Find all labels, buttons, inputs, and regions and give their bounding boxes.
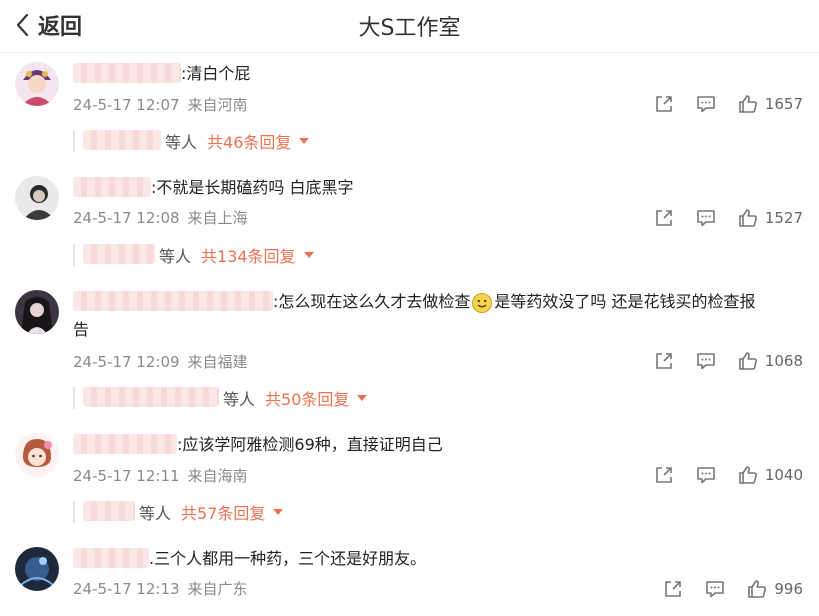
comment-text: :应该学阿雅检测69种，直接证明自己 bbox=[73, 431, 803, 459]
back-label: 返回 bbox=[38, 15, 83, 40]
page-title: 大S工作室 bbox=[358, 16, 461, 41]
top-nav-bar: 返回 大S工作室 bbox=[0, 0, 819, 53]
reply-users-suffix: 等人 bbox=[159, 247, 192, 266]
caret-down-icon bbox=[299, 137, 309, 145]
comment-time: 24-5-17 12:07 bbox=[73, 96, 180, 114]
avatar[interactable] bbox=[15, 433, 59, 477]
comment-location: 来自广东 bbox=[187, 580, 248, 598]
caret-down-icon bbox=[304, 251, 314, 259]
caret-down-icon bbox=[357, 394, 367, 402]
comment-location: 来自海南 bbox=[187, 467, 248, 485]
reply-users-suffix: 等人 bbox=[139, 504, 172, 523]
comment-text: :清白个屁 bbox=[73, 60, 803, 88]
comment-time: 24-5-17 12:13 bbox=[73, 580, 180, 598]
share-icon[interactable] bbox=[653, 207, 675, 229]
reply-summary: 等人 共50条回复 bbox=[73, 386, 367, 410]
view-replies-link[interactable]: 共57条回复 bbox=[181, 500, 283, 524]
comment-meta: 24-5-17 12:09 来自福建 bbox=[73, 351, 248, 372]
comment-location: 来自上海 bbox=[187, 209, 248, 227]
like-icon[interactable] bbox=[737, 350, 759, 372]
comment-icon[interactable] bbox=[695, 93, 717, 115]
comment-icon[interactable] bbox=[695, 350, 717, 372]
like-count: 1040 bbox=[764, 466, 803, 484]
like-icon[interactable] bbox=[737, 464, 759, 486]
comment-location: 来自河南 bbox=[187, 96, 248, 114]
share-icon[interactable] bbox=[653, 350, 675, 372]
reply-summary: 等人 共57条回复 bbox=[73, 500, 283, 524]
view-replies-link[interactable]: 共134条回复 bbox=[201, 243, 314, 267]
smiley-emoji-icon bbox=[472, 292, 493, 313]
redacted-username[interactable] bbox=[73, 548, 149, 568]
like-count: 1527 bbox=[764, 209, 803, 227]
caret-down-icon bbox=[273, 508, 283, 516]
redacted-username[interactable] bbox=[73, 63, 181, 83]
comment-time: 24-5-17 12:11 bbox=[73, 467, 180, 485]
comment-icon[interactable] bbox=[695, 464, 717, 486]
comment-text: .三个人都用一种药，三个还是好朋友。 bbox=[73, 545, 803, 573]
back-button[interactable]: 返回 bbox=[10, 8, 82, 42]
redacted-reply-users bbox=[83, 243, 155, 264]
view-replies-link[interactable]: 共50条回复 bbox=[265, 386, 367, 410]
redacted-reply-users bbox=[83, 129, 161, 150]
comment-actions: 1657 bbox=[653, 93, 803, 115]
redacted-username[interactable] bbox=[73, 434, 177, 454]
comment-meta: 24-5-17 12:08 来自上海 bbox=[73, 207, 248, 228]
comment-actions: 1068 bbox=[653, 350, 803, 372]
like-icon[interactable] bbox=[737, 207, 759, 229]
like-icon[interactable] bbox=[737, 93, 759, 115]
like-icon[interactable] bbox=[746, 578, 768, 600]
comment-icon[interactable] bbox=[695, 207, 717, 229]
comment-icon[interactable] bbox=[704, 578, 726, 600]
reply-summary: 等人 共46条回复 bbox=[73, 129, 309, 153]
avatar[interactable] bbox=[15, 176, 59, 220]
like-count: 1068 bbox=[764, 352, 803, 370]
comment-time: 24-5-17 12:09 bbox=[73, 353, 180, 371]
like-count: 996 bbox=[774, 580, 803, 598]
share-icon[interactable] bbox=[653, 93, 675, 115]
share-icon[interactable] bbox=[662, 578, 684, 600]
comment-actions: 996 bbox=[662, 578, 803, 600]
comment-text: :怎么现在这么久才去做检查 是等药效没了吗 还是花钱买的检查报告 bbox=[73, 291, 756, 339]
comment-meta: 24-5-17 12:13 来自广东 bbox=[73, 578, 248, 599]
comment-actions: 1040 bbox=[653, 464, 803, 486]
back-chevron-icon bbox=[16, 13, 29, 37]
comment-actions: 1527 bbox=[653, 207, 803, 229]
comment-time: 24-5-17 12:08 bbox=[73, 209, 180, 227]
redacted-reply-users bbox=[83, 386, 219, 407]
comment-meta: 24-5-17 12:07 来自河南 bbox=[73, 94, 248, 115]
reply-summary: 等人 共134条回复 bbox=[73, 243, 314, 267]
comment-text: :不就是长期磕药吗 白底黑字 bbox=[73, 174, 803, 202]
reply-users-suffix: 等人 bbox=[165, 133, 198, 152]
avatar[interactable] bbox=[15, 547, 59, 591]
comment-meta: 24-5-17 12:11 来自海南 bbox=[73, 465, 248, 486]
avatar[interactable] bbox=[15, 290, 59, 334]
redacted-username[interactable] bbox=[73, 291, 273, 311]
view-replies-link[interactable]: 共46条回复 bbox=[207, 129, 309, 153]
redacted-username[interactable] bbox=[73, 177, 151, 197]
share-icon[interactable] bbox=[653, 464, 675, 486]
reply-users-suffix: 等人 bbox=[223, 390, 256, 409]
avatar[interactable] bbox=[15, 62, 59, 106]
like-count: 1657 bbox=[764, 95, 803, 113]
comment-location: 来自福建 bbox=[187, 353, 248, 371]
redacted-reply-users bbox=[83, 500, 135, 521]
